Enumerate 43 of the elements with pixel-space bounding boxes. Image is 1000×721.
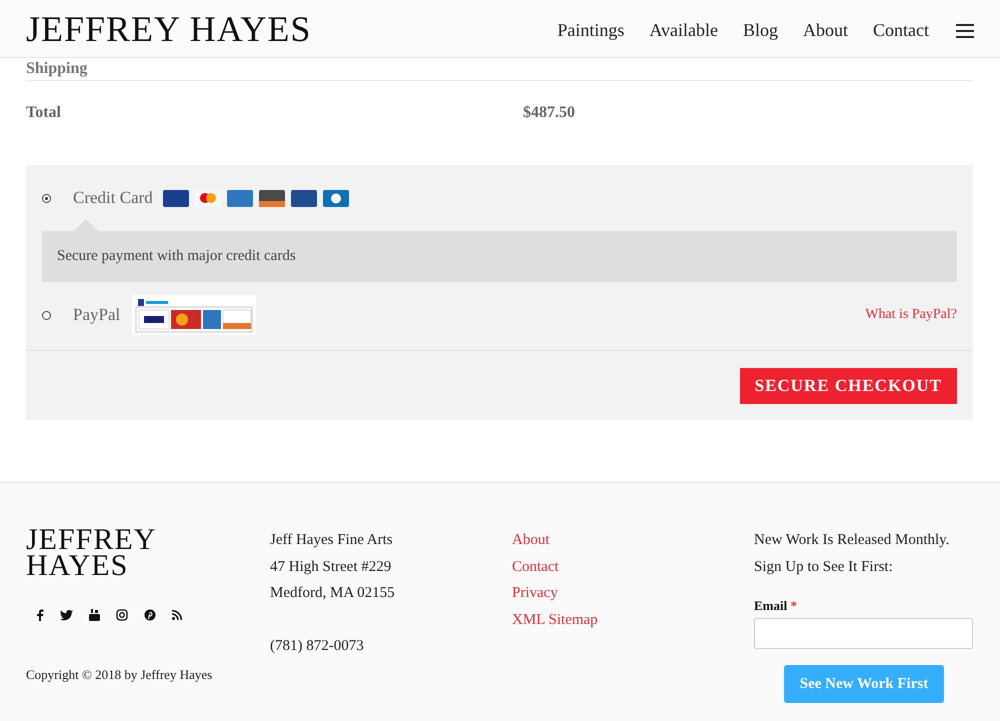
nav-link[interactable]: Paintings [557, 20, 624, 41]
facebook-icon[interactable] [36, 609, 44, 621]
total-label: Total [26, 104, 62, 122]
site-logo[interactable]: JEFFREY HAYES [26, 8, 312, 50]
total-label: Shipping [26, 60, 88, 78]
instagram-icon[interactable] [116, 609, 128, 621]
rss-icon[interactable] [172, 610, 182, 620]
email-label: Email [754, 598, 788, 613]
email-field[interactable] [754, 618, 973, 649]
card-logo-icon [162, 190, 189, 206]
phone-number: (781) 872-0073 [270, 636, 365, 656]
card-logo-icon [290, 190, 317, 206]
copyright-text: Copyright © 2018 by Jeffrey Hayes [26, 667, 214, 683]
footer-link[interactable]: Privacy [512, 580, 754, 606]
footer-logo[interactable]: JEFFREY HAYES [26, 527, 166, 579]
payment-label[interactable]: PayPal [73, 305, 120, 325]
card-logo-icon [258, 190, 285, 206]
footer-link[interactable]: XML Sitemap [512, 606, 754, 633]
nav-link[interactable]: About [803, 20, 848, 41]
youtube-icon[interactable] [89, 609, 100, 621]
radio-button[interactable] [42, 194, 51, 202]
checkout-button[interactable]: SECURE CHECKOUT [740, 368, 957, 404]
total-value: $487.50 [523, 104, 575, 122]
paypal-info-link[interactable]: What is PayPal? [865, 307, 957, 323]
nav-link[interactable]: Contact [873, 20, 929, 41]
address-line: 47 High Street #229 [270, 558, 392, 576]
address-line: Medford, MA 02155 [270, 584, 396, 603]
footer-link[interactable]: Contact [512, 554, 754, 580]
footer-link[interactable]: About [512, 527, 754, 554]
required-mark: * [790, 598, 797, 613]
signup-text: New Work Is Released Monthly. [754, 531, 950, 550]
address-line: Jeff Hayes Fine Arts [270, 531, 394, 550]
twitter-icon[interactable] [60, 610, 73, 620]
payment-description: Secure payment with major credit cards [42, 231, 957, 282]
radio-button[interactable] [42, 310, 51, 320]
menu-icon[interactable] [956, 22, 974, 38]
nav-link[interactable]: Available [649, 20, 718, 41]
signup-text: Sign Up to See It First: [754, 558, 894, 576]
card-logo-icon [226, 190, 253, 206]
nav-link[interactable]: Blog [742, 20, 778, 41]
card-logo-icon [322, 190, 349, 206]
payment-label[interactable]: Credit Card [73, 188, 153, 208]
pinterest-icon[interactable] [144, 609, 156, 621]
